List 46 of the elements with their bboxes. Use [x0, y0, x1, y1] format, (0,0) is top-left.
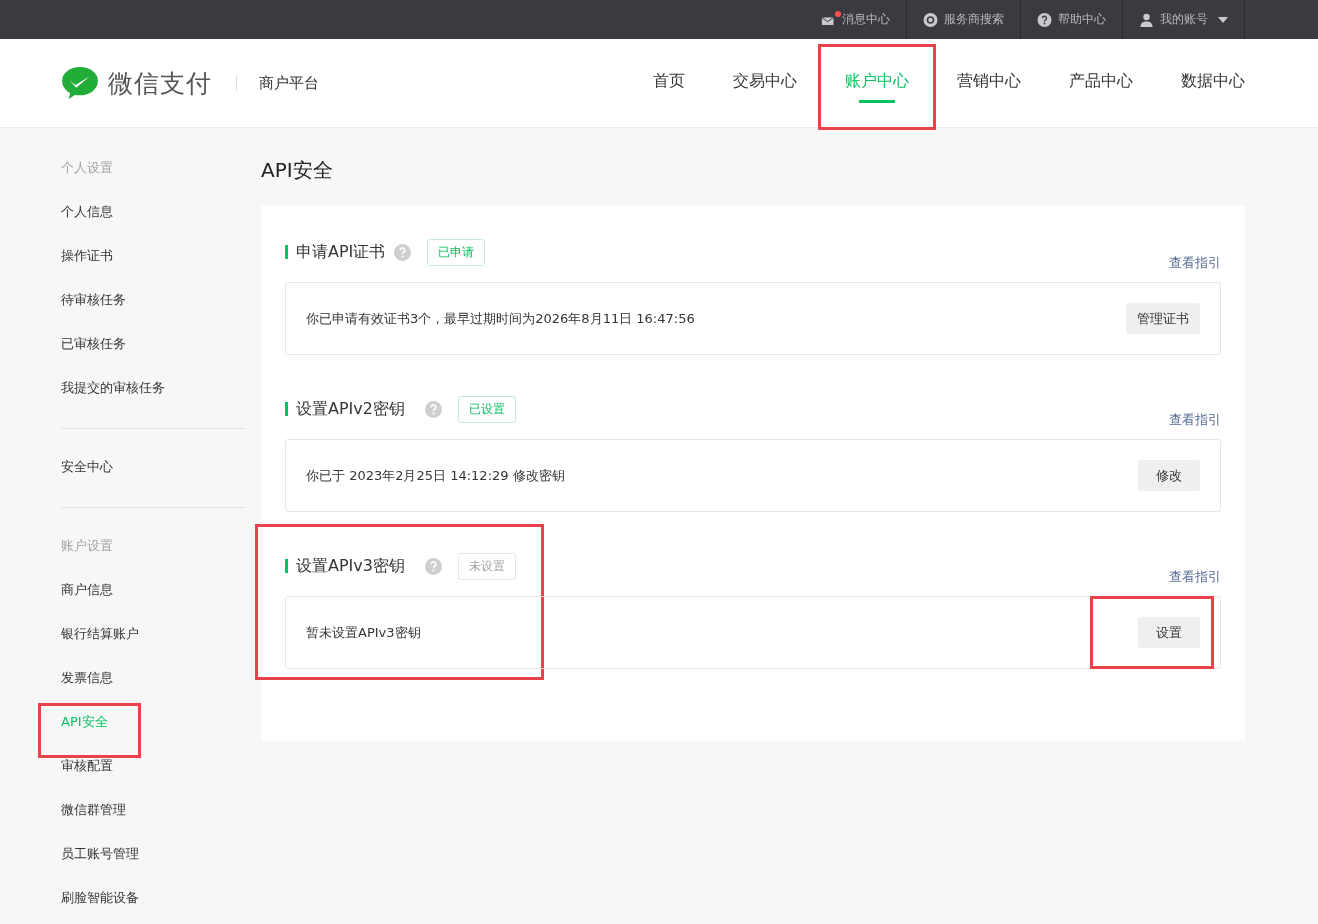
guide-link[interactable]: 查看指引: [1169, 568, 1221, 586]
info-text: 你已于 2023年2月25日 14:12:29 修改密钥: [306, 466, 565, 485]
sidebar-item[interactable]: 银行结算账户: [61, 612, 245, 656]
chat-bubble-check-logo-icon: [61, 66, 99, 100]
nav-tab[interactable]: 首页: [629, 39, 709, 127]
help-icon[interactable]: [394, 243, 412, 261]
sidebar-item[interactable]: 待审核任务: [61, 278, 245, 322]
sidebar-item[interactable]: 已审核任务: [61, 322, 245, 366]
nav-tab[interactable]: 数据中心: [1157, 39, 1245, 127]
guide-link[interactable]: 查看指引: [1169, 411, 1221, 429]
search-icon: [923, 12, 938, 27]
page-title: API安全: [261, 157, 334, 184]
sidebar-item[interactable]: 操作证书: [61, 234, 245, 278]
info-text: 你已申请有效证书3个，最早过期时间为2026年8月11日 16:47:56: [306, 309, 695, 328]
nav-tab[interactable]: 产品中心: [1045, 39, 1157, 127]
sidebar-item[interactable]: 安全中心: [61, 445, 245, 489]
action-button[interactable]: 设置: [1138, 617, 1200, 648]
nav-tab[interactable]: 营销中心: [933, 39, 1045, 127]
section-title: 设置APIv3密钥: [296, 555, 405, 577]
sidebar-heading: 账户设置: [61, 537, 114, 555]
guide-link[interactable]: 查看指引: [1169, 254, 1221, 272]
info-text: 暂未设置APIv3密钥: [306, 623, 421, 642]
section-title: 申请API证书: [296, 241, 386, 263]
action-button[interactable]: 修改: [1138, 460, 1200, 491]
help-icon[interactable]: [424, 557, 442, 575]
nav-tab[interactable]: 交易中心: [709, 39, 821, 127]
help-icon[interactable]: [424, 400, 442, 418]
status-tag: 未设置: [457, 552, 516, 580]
sidebar-item[interactable]: 审核配置: [61, 744, 245, 788]
status-tag: 已申请: [427, 238, 486, 266]
sidebar-item[interactable]: 刷脸智能设备: [61, 876, 245, 920]
sidebar-item[interactable]: 员工账号管理: [61, 832, 245, 876]
brand-subtitle: 商户平台: [259, 73, 319, 93]
brand-name: 微信支付: [108, 67, 212, 100]
sidebar-item[interactable]: 商户信息: [61, 568, 245, 612]
sidebar-item[interactable]: 发票信息: [61, 656, 245, 700]
user-icon: [1139, 12, 1154, 27]
status-tag: 已设置: [457, 395, 516, 423]
sidebar-item[interactable]: 个人信息: [61, 190, 245, 234]
caret-icon: [1218, 16, 1228, 23]
help-icon: [1037, 12, 1052, 27]
action-button[interactable]: 管理证书: [1126, 303, 1200, 334]
section-title: 设置APIv2密钥: [296, 398, 405, 420]
sidebar-item[interactable]: 微信群管理: [61, 788, 245, 832]
sidebar-heading: 个人设置: [61, 159, 114, 177]
sidebar-item[interactable]: 我提交的审核任务: [61, 366, 245, 410]
